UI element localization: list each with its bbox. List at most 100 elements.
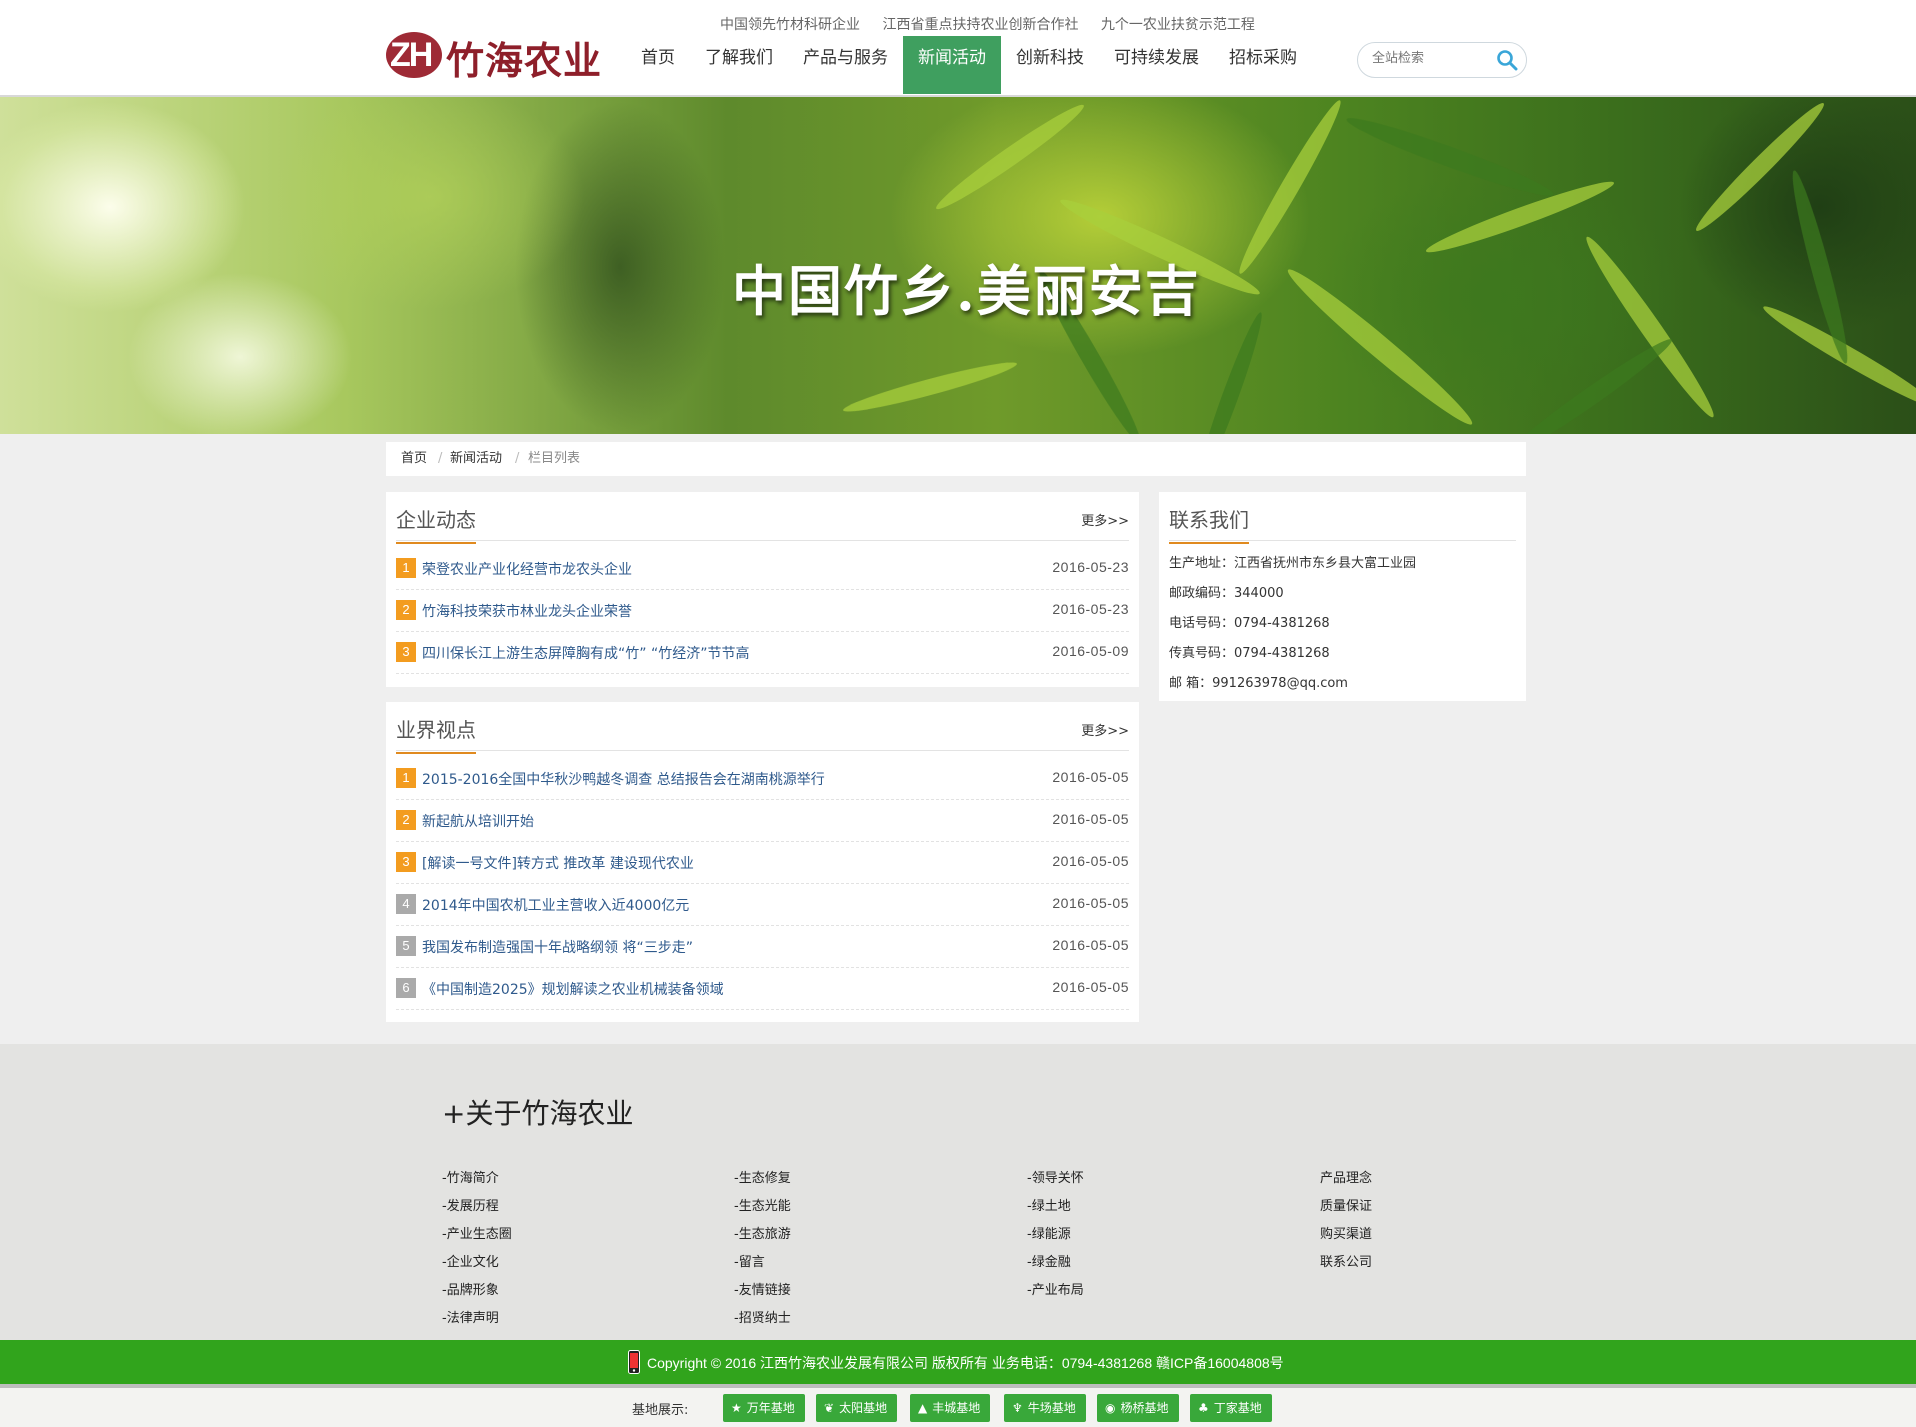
ball-icon: ◉ — [1105, 1401, 1116, 1415]
nav-item-innovation[interactable]: 创新科技 — [1001, 36, 1099, 94]
rank-badge: 4 — [396, 894, 416, 914]
company-news-panel: 企业动态 更多>> 1 荣登农业产业化经营市龙农头企业 2016-05-23 2… — [386, 492, 1139, 687]
wheat-icon: ♆ — [1012, 1401, 1023, 1415]
base-button-fengcheng[interactable]: ▲ 丰城基地 — [910, 1394, 991, 1422]
nav-item-sustainability[interactable]: 可持续发展 — [1099, 36, 1214, 94]
bases-bar: 基地展示: ★ 万年基地 ❦ 太阳基地 ▲ 丰城基地 ♆ 牛场基地 ◉ 杨桥基地 ♣ 丁家基… — [0, 1384, 1916, 1427]
nav-item-procurement[interactable]: 招标采购 — [1214, 36, 1312, 94]
news-title[interactable]: 新起航从培训开始 — [422, 811, 534, 831]
news-title[interactable]: 2014年中国农机工业主营收入近4000亿元 — [422, 895, 689, 915]
news-title[interactable]: 竹海科技荣获市林业龙头企业荣誉 — [422, 601, 632, 621]
more-link[interactable]: 更多>> — [1081, 510, 1129, 529]
footer-link[interactable]: -生态旅游 — [734, 1223, 791, 1242]
footer-link[interactable]: -品牌形象 — [442, 1279, 499, 1298]
footer-link[interactable]: -产业生态圈 — [442, 1223, 512, 1242]
footer-link[interactable]: -绿能源 — [1027, 1223, 1071, 1242]
rank-badge: 1 — [396, 768, 416, 788]
footer-link[interactable]: -招贤纳士 — [734, 1307, 791, 1326]
nav-item-products[interactable]: 产品与服务 — [788, 36, 903, 94]
site-logo[interactable]: ZH 竹海农业 — [386, 28, 604, 83]
footer-link[interactable]: -法律声明 — [442, 1307, 499, 1326]
footer-link[interactable]: -企业文化 — [442, 1251, 499, 1270]
news-item[interactable]: 5 我国发布制造强国十年战略纲领 将“三步走” 2016-05-05 — [396, 925, 1129, 968]
breadcrumb-separator: / — [438, 451, 443, 466]
contact-phone: 电话号码：0794-4381268 — [1169, 616, 1330, 631]
news-item[interactable]: 2 竹海科技荣获市林业龙头企业荣誉 2016-05-23 — [396, 589, 1129, 632]
search-icon[interactable] — [1496, 49, 1518, 71]
nav-item-news[interactable]: 新闻活动 — [903, 36, 1001, 94]
tree-icon: ♣ — [1198, 1401, 1209, 1415]
footer-link[interactable]: 质量保证 — [1320, 1195, 1372, 1214]
bases-label: 基地展示: — [632, 1403, 689, 1418]
news-item[interactable]: 4 2014年中国农机工业主营收入近4000亿元 2016-05-05 — [396, 883, 1129, 926]
bell-icon: ▲ — [918, 1401, 928, 1415]
copyright-text: Copyright © 2016 江西竹海农业发展有限公司 版权所有 业务电话：… — [647, 1355, 1284, 1371]
news-date: 2016-05-05 — [1052, 853, 1129, 869]
news-item[interactable]: 1 2015-2016全国中华秋沙鸭越冬调查 总结报告会在湖南桃源举行 2016… — [396, 757, 1129, 800]
footer-link[interactable]: 联系公司 — [1320, 1251, 1372, 1270]
news-title[interactable]: 2015-2016全国中华秋沙鸭越冬调查 总结报告会在湖南桃源举行 — [422, 769, 825, 789]
nav-item-home[interactable]: 首页 — [626, 36, 690, 94]
nav-item-about[interactable]: 了解我们 — [690, 36, 788, 94]
news-title[interactable]: 荣登农业产业化经营市龙农头企业 — [422, 559, 632, 579]
news-title[interactable]: 四川保长江上游生态屏障胸有成“竹” “竹经济”节节高 — [422, 643, 749, 663]
news-date: 2016-05-05 — [1052, 769, 1129, 785]
base-button-niuchang[interactable]: ♆ 牛场基地 — [1004, 1394, 1086, 1422]
news-title[interactable]: [解读一号文件]转方式 推改革 建设现代农业 — [422, 853, 694, 873]
rank-badge: 6 — [396, 978, 416, 998]
panel-header: 业界视点 更多>> — [396, 702, 1129, 754]
base-button-taiyang[interactable]: ❦ 太阳基地 — [816, 1394, 898, 1422]
news-item[interactable]: 6 《中国制造2025》规划解读之农业机械装备领域 2016-05-05 — [396, 967, 1129, 1010]
contact-email[interactable]: 邮 箱：991263978@qq.com — [1169, 672, 1348, 691]
footer-link[interactable]: -竹海简介 — [442, 1167, 499, 1186]
footer-link[interactable]: -生态修复 — [734, 1167, 791, 1186]
search-input[interactable] — [1370, 50, 1494, 67]
panel-header: 联系我们 — [1169, 492, 1516, 544]
contact-postcode: 邮政编码：344000 — [1169, 586, 1284, 601]
industry-view-panel: 业界视点 更多>> 1 2015-2016全国中华秋沙鸭越冬调查 总结报告会在湖… — [386, 702, 1139, 1022]
footer-link[interactable]: -领导关怀 — [1027, 1167, 1084, 1186]
logo-mark-text: ZH — [390, 36, 433, 74]
more-link[interactable]: 更多>> — [1081, 720, 1129, 739]
footer-link[interactable]: -绿金融 — [1027, 1251, 1071, 1270]
news-title[interactable]: 《中国制造2025》规划解读之农业机械装备领域 — [422, 979, 724, 999]
footer-link[interactable]: -产业布局 — [1027, 1279, 1084, 1298]
news-date: 2016-05-05 — [1052, 937, 1129, 953]
breadcrumb-separator: / — [515, 451, 520, 466]
footer — [0, 1044, 1916, 1340]
rank-badge: 5 — [396, 936, 416, 956]
base-label: 太阳基地 — [839, 1401, 888, 1415]
footer-link[interactable]: -发展历程 — [442, 1195, 499, 1214]
news-item[interactable]: 1 荣登农业产业化经营市龙农头企业 2016-05-23 — [396, 547, 1129, 590]
copyright-bar: Copyright © 2016 江西竹海农业发展有限公司 版权所有 业务电话：… — [0, 1340, 1916, 1384]
site-header: ZH 竹海农业 中国领先竹材科研企业 江西省重点扶持农业创新合作社 九个一农业扶… — [0, 0, 1916, 97]
footer-link[interactable]: -生态光能 — [734, 1195, 791, 1214]
logo-text: 竹海农业 — [446, 38, 603, 83]
slogan: 九个一农业扶贫示范工程 — [1100, 17, 1255, 33]
news-title[interactable]: 我国发布制造强国十年战略纲领 将“三步走” — [422, 937, 693, 957]
base-button-dingjia[interactable]: ♣ 丁家基地 — [1190, 1394, 1272, 1422]
base-label: 万年基地 — [746, 1401, 795, 1415]
panel-title: 业界视点 — [396, 714, 476, 754]
news-item[interactable]: 3 四川保长江上游生态屏障胸有成“竹” “竹经济”节节高 2016-05-09 — [396, 631, 1129, 674]
footer-link[interactable]: 产品理念 — [1320, 1167, 1372, 1186]
footer-link[interactable]: -友情链接 — [734, 1279, 791, 1298]
main-nav: 首页 了解我们 产品与服务 新闻活动 创新科技 可持续发展 招标采购 — [626, 36, 1312, 94]
breadcrumb-current: 栏目列表 — [528, 451, 581, 466]
slogan: 中国领先竹材科研企业 — [720, 17, 860, 33]
slogan: 江西省重点扶持农业创新合作社 — [882, 17, 1079, 33]
footer-link[interactable]: 购买渠道 — [1320, 1223, 1372, 1242]
breadcrumb-news[interactable]: 新闻活动 — [450, 442, 502, 476]
news-item[interactable]: 2 新起航从培训开始 2016-05-05 — [396, 799, 1129, 842]
base-button-yangqiao[interactable]: ◉ 杨桥基地 — [1097, 1394, 1179, 1422]
news-date: 2016-05-23 — [1052, 601, 1129, 617]
breadcrumb-home[interactable]: 首页 — [401, 442, 427, 476]
banner-title: 中国竹乡.美丽安吉 — [732, 259, 1201, 323]
rank-badge: 2 — [396, 600, 416, 620]
footer-link[interactable]: -留言 — [734, 1251, 765, 1270]
news-item[interactable]: 3 [解读一号文件]转方式 推改革 建设现代农业 2016-05-05 — [396, 841, 1129, 884]
contact-fax: 传真号码：0794-4381268 — [1169, 646, 1330, 661]
news-date: 2016-05-05 — [1052, 895, 1129, 911]
base-button-wannian[interactable]: ★ 万年基地 — [723, 1394, 805, 1422]
footer-link[interactable]: -绿土地 — [1027, 1195, 1071, 1214]
